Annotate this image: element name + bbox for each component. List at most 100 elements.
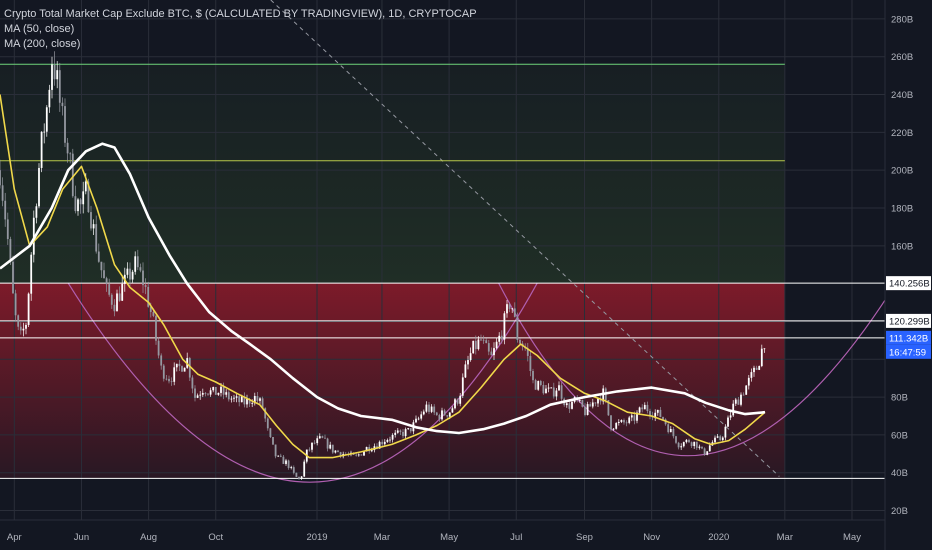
candle-body — [467, 360, 469, 365]
candle-body — [469, 353, 472, 361]
candle-body — [357, 454, 360, 456]
candle-body — [1, 185, 4, 201]
candle-body — [498, 335, 501, 342]
candle-body — [116, 293, 118, 312]
candle-body — [568, 403, 571, 409]
candle-body — [732, 403, 735, 416]
candle-body — [6, 219, 9, 240]
zone-upper — [0, 64, 785, 284]
candle-body — [196, 395, 199, 398]
candle-body — [204, 392, 207, 394]
candle-body — [435, 412, 438, 416]
candle-body — [485, 340, 488, 344]
candle-body — [316, 438, 319, 444]
candle-body — [95, 224, 98, 252]
candle-body — [677, 442, 680, 448]
candle-body — [240, 396, 243, 403]
candle-body — [760, 348, 763, 367]
candle-body — [214, 386, 217, 395]
candle-body — [682, 442, 685, 447]
candle-body — [227, 392, 230, 400]
y-tick-label: 80B — [891, 393, 908, 404]
candle-body — [706, 451, 709, 455]
x-tick-label: Jun — [74, 532, 89, 543]
x-tick-label: 2020 — [708, 532, 729, 543]
candle-body — [300, 476, 303, 479]
candle-body — [334, 450, 337, 453]
candle-body — [235, 396, 238, 398]
candle-body — [22, 328, 25, 331]
candle-body — [542, 384, 545, 394]
candle-body — [14, 293, 17, 316]
candle-body — [586, 404, 589, 415]
candle-body — [404, 429, 407, 437]
candle-body — [630, 415, 633, 418]
candle-body — [417, 418, 420, 420]
candle-body — [402, 431, 404, 437]
candle-body — [381, 441, 384, 445]
candle-body — [105, 278, 108, 285]
candle-body — [168, 378, 170, 382]
y-tick-label: 280B — [891, 14, 913, 25]
candle-body — [285, 460, 287, 464]
x-tick-label: Mar — [777, 532, 793, 543]
candle-body — [40, 131, 43, 168]
candle-body — [729, 415, 732, 418]
candle-body — [313, 442, 316, 444]
candle-body — [422, 411, 425, 415]
candle-body — [409, 428, 412, 432]
candle-body — [43, 131, 46, 133]
candle-body — [183, 367, 186, 372]
candle-body — [324, 437, 326, 439]
candle-body — [597, 398, 599, 404]
candle-body — [222, 386, 225, 395]
legend-ma50[interactable]: MA (50, close) — [4, 22, 477, 37]
candle-body — [625, 422, 628, 424]
candle-body — [438, 415, 441, 420]
candle-body — [701, 446, 703, 449]
candle-body — [425, 404, 428, 412]
candle-body — [641, 407, 644, 410]
candle-body — [207, 393, 209, 395]
candle-body — [225, 392, 228, 395]
candle-body — [48, 89, 51, 108]
candle-body — [755, 367, 758, 370]
candle-body — [259, 398, 261, 401]
candle-body — [201, 392, 204, 395]
x-tick-label: Apr — [7, 532, 22, 543]
candle-body — [662, 416, 664, 420]
candle-body — [612, 428, 615, 430]
candle-body — [560, 385, 563, 399]
candle-body — [698, 446, 701, 448]
candle-body — [594, 402, 597, 404]
price-chart[interactable]: 280B 260B 240B 220B 200B 180B 160B 80B 60B 40B 20B… — [0, 0, 932, 550]
candle-body — [433, 406, 436, 413]
candle-body — [672, 428, 675, 437]
x-tick-label: Mar — [374, 532, 390, 543]
candle-body — [274, 444, 277, 457]
candle-body — [428, 404, 430, 412]
y-tick-label: 20B — [891, 506, 908, 517]
candle-body — [740, 394, 742, 405]
candle-body — [217, 392, 220, 395]
candle-body — [415, 418, 417, 423]
candle-body — [79, 199, 82, 205]
candle-body — [51, 64, 53, 90]
candle-body — [209, 390, 212, 395]
y-tick-label: 160B — [891, 241, 913, 252]
candle-body — [155, 315, 157, 341]
candle-body — [459, 395, 462, 404]
y-tick-label: 180B — [891, 204, 913, 215]
candle-body — [199, 394, 202, 396]
candle-body — [129, 268, 131, 280]
x-tick-label: Jul — [510, 532, 522, 543]
candle-body — [620, 420, 623, 422]
candle-body — [391, 434, 394, 440]
candle-body — [97, 251, 100, 262]
legend-ma200[interactable]: MA (200, close) — [4, 37, 477, 52]
candle-body — [633, 415, 636, 421]
candle-body — [272, 436, 274, 445]
candle-body — [311, 442, 313, 450]
candle-body — [724, 426, 727, 438]
candle-body — [246, 398, 248, 405]
